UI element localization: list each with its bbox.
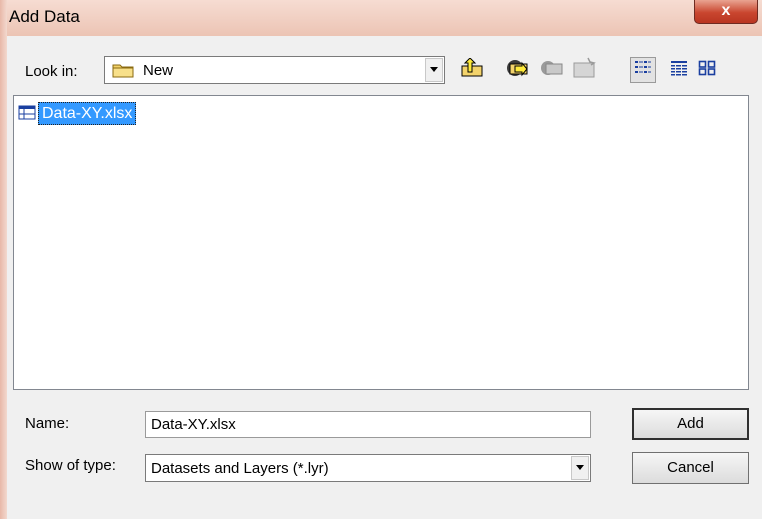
look-in-value: New	[143, 62, 174, 79]
details-view-icon	[670, 60, 688, 81]
name-label: Name:	[25, 415, 70, 432]
window-title: Add Data	[9, 7, 80, 26]
title-bar: Add Data x	[0, 0, 762, 36]
file-list[interactable]: Data-XY.xlsx	[13, 95, 749, 390]
list-view-icon	[634, 60, 652, 81]
close-icon: x	[721, 2, 731, 19]
add-button-label: Add	[677, 415, 704, 432]
up-one-level-button[interactable]	[459, 56, 485, 83]
chevron-down-icon[interactable]	[425, 58, 443, 82]
connect-to-folder-button[interactable]	[505, 57, 531, 83]
add-data-dialog: Add Data x Look in: New Data-XY.xlsx Nam…	[0, 0, 762, 519]
new-folder-button[interactable]	[571, 57, 597, 83]
disconnect-folder-icon	[540, 57, 564, 84]
show-of-type-dropdown[interactable]: Datasets and Layers (*.lyr)	[145, 454, 591, 482]
file-name: Data-XY.xlsx	[38, 101, 137, 125]
name-input[interactable]: Data-XY.xlsx	[145, 411, 591, 438]
details-view-button[interactable]	[666, 57, 692, 83]
close-button[interactable]: x	[694, 0, 758, 24]
show-of-type-value: Datasets and Layers (*.lyr)	[151, 460, 329, 477]
folder-icon	[112, 63, 134, 83]
up-arrow-folder-icon	[461, 56, 483, 83]
chevron-down-icon[interactable]	[571, 456, 589, 480]
list-item[interactable]: Data-XY.xlsx	[18, 101, 137, 125]
add-button[interactable]: Add	[632, 408, 749, 440]
thumbnails-view-button[interactable]	[694, 57, 720, 83]
list-view-button[interactable]	[630, 57, 656, 83]
look-in-label: Look in:	[25, 63, 78, 80]
disconnect-folder-button[interactable]	[539, 57, 565, 83]
look-in-dropdown[interactable]: New	[104, 56, 445, 84]
cancel-button-label: Cancel	[667, 459, 714, 476]
connect-folder-icon	[506, 57, 530, 84]
table-icon	[18, 105, 36, 121]
new-folder-icon	[572, 57, 596, 84]
cancel-button[interactable]: Cancel	[632, 452, 749, 484]
name-input-value: Data-XY.xlsx	[151, 416, 236, 433]
thumbnails-view-icon	[698, 60, 716, 81]
window-border	[0, 0, 7, 519]
show-of-type-label: Show of type:	[25, 457, 116, 474]
